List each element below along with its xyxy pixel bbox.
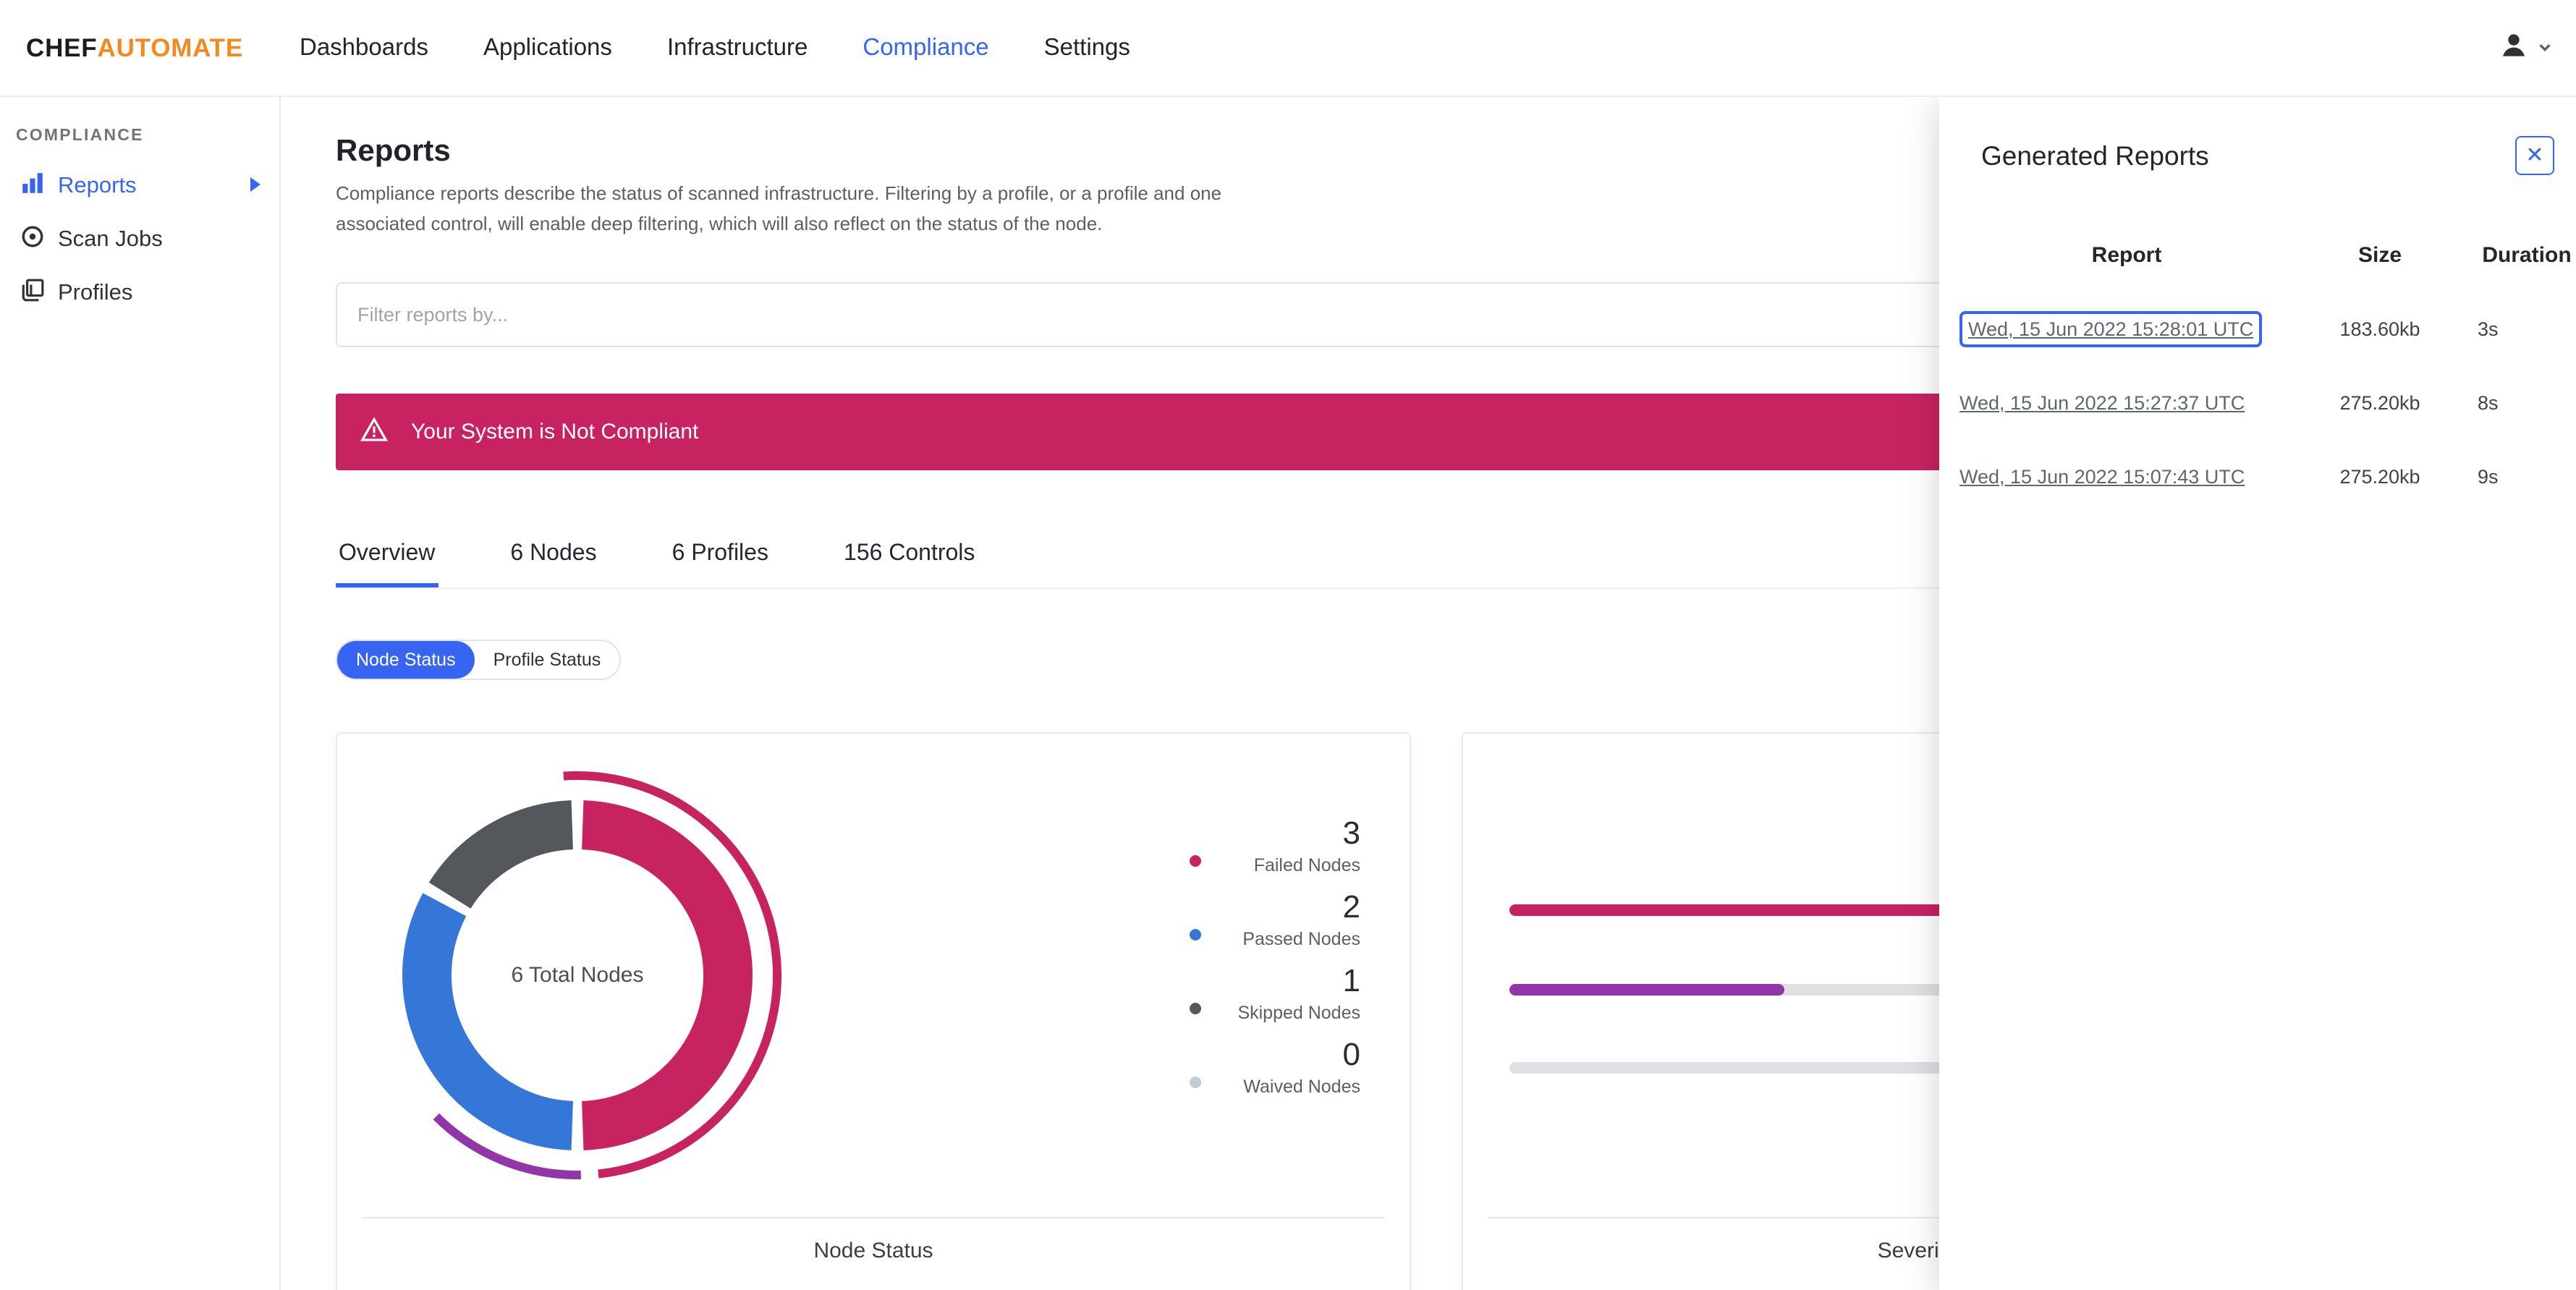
sidebar: COMPLIANCE Reports Scan Jobs Profiles bbox=[0, 97, 281, 1290]
node-status-toggle[interactable]: Node Status bbox=[337, 641, 475, 679]
sidebar-item-profiles[interactable]: Profiles bbox=[0, 266, 279, 320]
nav-compliance[interactable]: Compliance bbox=[863, 35, 988, 62]
report-download-link[interactable]: Wed, 15 Jun 2022 15:27:37 UTC bbox=[1959, 391, 2245, 413]
page-title: Reports bbox=[336, 135, 451, 168]
skipped-count: 1 bbox=[1342, 962, 1361, 998]
profile-status-toggle[interactable]: Profile Status bbox=[475, 641, 620, 679]
passed-label: Passed Nodes bbox=[1242, 929, 1360, 949]
waived-count: 0 bbox=[1342, 1036, 1361, 1072]
waived-label: Waived Nodes bbox=[1243, 1077, 1360, 1097]
legend-item-waived: 0 Waived Nodes bbox=[1190, 1036, 1361, 1097]
node-status-card: 6 Total Nodes 3 Failed Nodes 2 Passed No… bbox=[336, 732, 1411, 1290]
status-toggle-group: Node Status Profile Status bbox=[336, 640, 622, 680]
report-download-link[interactable]: Wed, 15 Jun 2022 15:28:01 UTC bbox=[1959, 311, 2263, 347]
table-row-size-cell: 275.20kb bbox=[2339, 466, 2420, 488]
chevron-down-icon bbox=[2537, 35, 2553, 61]
node-status-card-title: Node Status bbox=[813, 1239, 933, 1263]
table-row-duration-cell: 9s bbox=[2478, 466, 2499, 488]
legend-item-failed: 3 Failed Nodes bbox=[1190, 815, 1361, 875]
sidebar-item-label: Profiles bbox=[58, 280, 133, 305]
profiles-stack-icon bbox=[20, 277, 45, 309]
panel-title: Generated Reports bbox=[1981, 140, 2209, 171]
table-row-size-cell: 275.20kb bbox=[2339, 392, 2420, 414]
tab-overview[interactable]: Overview bbox=[336, 524, 438, 587]
generated-reports-table: Report Size Duration Wed, 15 Jun 2022 15… bbox=[1957, 218, 2576, 514]
table-row-report-cell: Wed, 15 Jun 2022 15:27:37 UTC bbox=[1957, 390, 2297, 416]
failed-count: 3 bbox=[1342, 815, 1361, 851]
close-icon[interactable]: ✕ bbox=[2515, 136, 2554, 175]
column-header-size: Size bbox=[2357, 243, 2402, 268]
user-icon bbox=[2498, 29, 2530, 68]
table-row-report-cell: Wed, 15 Jun 2022 15:28:01 UTC bbox=[1957, 311, 2297, 347]
sidebar-item-label: Reports bbox=[58, 173, 137, 198]
sidebar-item-reports[interactable]: Reports bbox=[0, 159, 279, 213]
failed-label: Failed Nodes bbox=[1253, 855, 1360, 875]
report-download-link[interactable]: Wed, 15 Jun 2022 15:07:43 UTC bbox=[1959, 465, 2245, 487]
sidebar-heading: COMPLIANCE bbox=[16, 127, 144, 145]
passed-dot-icon bbox=[1190, 929, 1201, 941]
app-window: CHEF AUTOMATE Dashboards Applications Inf… bbox=[0, 0, 2576, 1290]
nav-settings[interactable]: Settings bbox=[1044, 35, 1130, 62]
table-row-report-cell: Wed, 15 Jun 2022 15:07:43 UTC bbox=[1957, 464, 2297, 490]
skipped-dot-icon bbox=[1190, 1003, 1201, 1014]
chevron-right-icon bbox=[249, 173, 262, 199]
tab-profiles[interactable]: 6 Profiles bbox=[669, 524, 771, 587]
warning-triangle-icon bbox=[360, 417, 388, 447]
table-row-duration-cell: 8s bbox=[2478, 392, 2499, 414]
failed-dot-icon bbox=[1190, 855, 1201, 867]
node-status-legend: 3 Failed Nodes 2 Passed Nodes 1 Skipped … bbox=[1190, 815, 1361, 1097]
skipped-label: Skipped Nodes bbox=[1237, 1003, 1360, 1023]
scan-target-icon bbox=[20, 224, 45, 255]
logo-chef-text: CHEF bbox=[26, 33, 98, 62]
chef-automate-logo[interactable]: CHEF AUTOMATE bbox=[26, 0, 243, 97]
passed-count: 2 bbox=[1342, 888, 1361, 925]
table-row-size-cell: 183.60kb bbox=[2339, 318, 2420, 340]
table-row-duration-cell: 3s bbox=[2478, 318, 2499, 340]
page-description: Compliance reports describe the status o… bbox=[336, 182, 1222, 234]
waived-dot-icon bbox=[1190, 1077, 1201, 1088]
column-header-report: Report bbox=[2091, 243, 2162, 268]
top-navbar: CHEF AUTOMATE Dashboards Applications Inf… bbox=[0, 0, 2576, 97]
legend-item-passed: 2 Passed Nodes bbox=[1190, 891, 1360, 949]
alert-text: Your System is Not Compliant bbox=[411, 420, 699, 444]
primary-nav: Dashboards Applications Infrastructure C… bbox=[300, 0, 1130, 97]
sidebar-item-scan-jobs[interactable]: Scan Jobs bbox=[0, 213, 279, 266]
legend-item-skipped: 1 Skipped Nodes bbox=[1190, 962, 1361, 1023]
nav-dashboards[interactable]: Dashboards bbox=[300, 35, 428, 62]
sidebar-item-label: Scan Jobs bbox=[58, 226, 163, 251]
logo-automate-text: AUTOMATE bbox=[97, 33, 243, 62]
tab-nodes[interactable]: 6 Nodes bbox=[507, 524, 599, 587]
bar-chart-icon bbox=[20, 170, 45, 202]
nav-infrastructure[interactable]: Infrastructure bbox=[667, 35, 808, 62]
generated-reports-panel: Generated Reports ✕ Report Size Duration… bbox=[1939, 97, 2576, 1290]
column-header-duration: Duration bbox=[2482, 243, 2572, 268]
card-divider bbox=[362, 1217, 1385, 1218]
user-menu[interactable] bbox=[2498, 0, 2553, 97]
donut-center-label: 6 Total Nodes bbox=[511, 963, 644, 988]
tab-controls[interactable]: 156 Controls bbox=[841, 524, 978, 587]
nav-applications[interactable]: Applications bbox=[483, 35, 612, 62]
